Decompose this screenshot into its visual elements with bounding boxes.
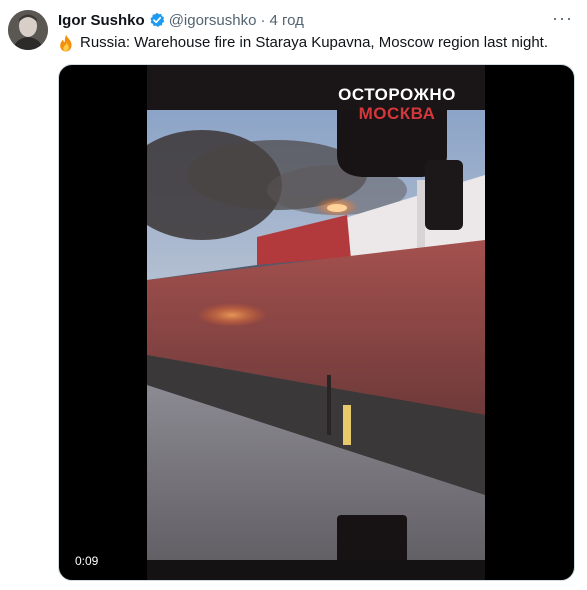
avatar[interactable] <box>8 10 48 50</box>
video-frame[interactable]: ОСТОРОЖНО МОСКВА <box>147 65 485 580</box>
video-still-image <box>147 65 485 580</box>
author-handle[interactable]: @igorsushko <box>169 12 257 29</box>
tweet-text-row: Russia: Warehouse fire in Staraya Kupavn… <box>58 33 548 53</box>
video-player[interactable]: ОСТОРОЖНО МОСКВА 0:09 <box>58 64 575 581</box>
avatar-image <box>8 10 48 50</box>
fire-emoji-icon <box>58 34 74 52</box>
tweet-timestamp[interactable]: 4 год <box>269 12 303 29</box>
verified-badge-icon <box>149 12 165 28</box>
author-name[interactable]: Igor Sushko <box>58 12 145 29</box>
video-watermark: ОСТОРОЖНО МОСКВА <box>317 85 477 123</box>
watermark-line2: МОСКВА <box>358 104 436 123</box>
video-timestamp: 0:09 <box>69 552 105 570</box>
header-separator: · <box>260 11 266 29</box>
watermark-line1: ОСТОРОЖНО <box>338 85 456 104</box>
tweet-body: Russia: Warehouse fire in Staraya Kupavn… <box>80 34 549 51</box>
more-options-button[interactable]: ··· <box>552 9 573 27</box>
tweet-header: Igor Sushko @igorsushko · 4 год <box>58 10 304 30</box>
